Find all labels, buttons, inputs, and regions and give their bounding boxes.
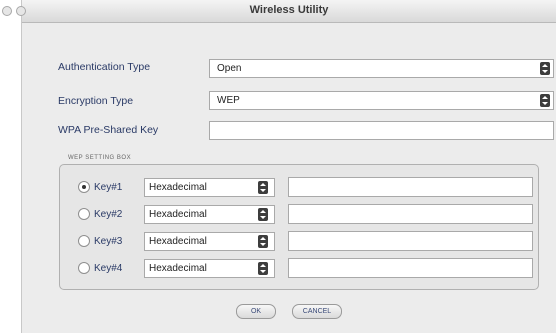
encryption-type-label: Encryption Type [58, 95, 134, 107]
wpa-preshared-key-input[interactable] [209, 121, 554, 140]
key3-radio[interactable] [78, 235, 90, 247]
wep-key-row-3: Key#3 Hexadecimal [60, 231, 540, 253]
key2-input[interactable] [288, 204, 533, 224]
wep-key-row-4: Key#4 Hexadecimal [60, 258, 540, 280]
key1-input[interactable] [288, 177, 533, 197]
wep-setting-box: Key#1 Hexadecimal Key#2 Hexadecimal Key#… [59, 164, 539, 290]
wep-key-row-1: Key#1 Hexadecimal [60, 177, 540, 199]
key4-radio[interactable] [78, 262, 90, 274]
authentication-type-arrow-icon[interactable] [540, 62, 550, 75]
ok-button[interactable]: OK [236, 304, 276, 319]
wireless-utility-window: Wireless Utility Authentication Type Ope… [2, 0, 556, 333]
key2-format-value: Hexadecimal [149, 209, 207, 220]
authentication-type-value: Open [217, 63, 242, 74]
key3-input[interactable] [288, 231, 533, 251]
key1-format-value: Hexadecimal [149, 182, 207, 193]
key4-format-value: Hexadecimal [149, 263, 207, 274]
wep-setting-box-title: WEP SETTING BOX [68, 155, 132, 161]
key1-radio[interactable] [78, 181, 90, 193]
key2-label: Key#2 [94, 209, 123, 220]
key4-input[interactable] [288, 258, 533, 278]
cancel-button[interactable]: CANCEL [292, 304, 342, 319]
key4-label: Key#4 [94, 263, 123, 274]
key2-radio[interactable] [78, 208, 90, 220]
authentication-type-label: Authentication Type [58, 61, 151, 73]
key1-format-arrow-icon[interactable] [258, 181, 268, 194]
wep-key-row-2: Key#2 Hexadecimal [60, 204, 540, 226]
wpa-preshared-key-label: WPA Pre-Shared Key [58, 124, 159, 136]
key1-format-select[interactable]: Hexadecimal [144, 178, 275, 197]
key3-format-arrow-icon[interactable] [258, 235, 268, 248]
encryption-type-select[interactable]: WEP [209, 91, 554, 110]
key2-format-arrow-icon[interactable] [258, 208, 268, 221]
encryption-type-arrow-icon[interactable] [540, 94, 550, 107]
key1-label: Key#1 [94, 182, 123, 193]
encryption-type-value: WEP [217, 95, 240, 106]
key3-format-select[interactable]: Hexadecimal [144, 232, 275, 251]
key4-format-select[interactable]: Hexadecimal [144, 259, 275, 278]
title-bar: Wireless Utility [2, 0, 556, 23]
window-title: Wireless Utility [249, 4, 329, 16]
key4-format-arrow-icon[interactable] [258, 262, 268, 275]
authentication-type-select[interactable]: Open [209, 59, 554, 78]
key2-format-select[interactable]: Hexadecimal [144, 205, 275, 224]
key3-format-value: Hexadecimal [149, 236, 207, 247]
close-window-button[interactable] [2, 6, 12, 16]
key3-label: Key#3 [94, 236, 123, 247]
